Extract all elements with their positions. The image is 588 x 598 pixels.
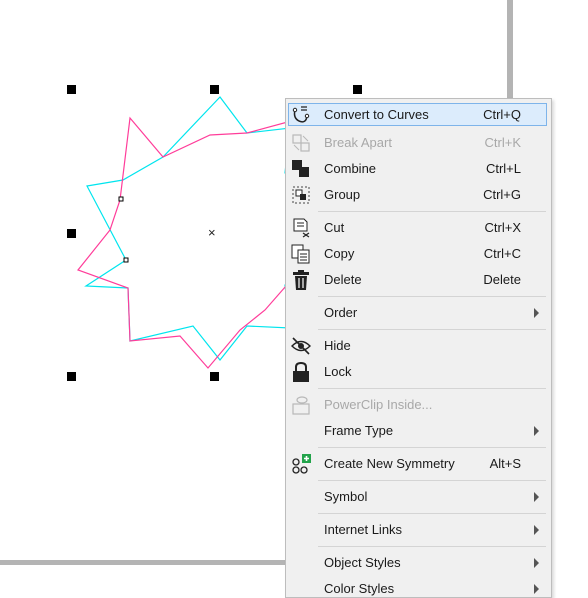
menu-item-shortcut: Delete [483, 272, 521, 287]
menu-item-convert-to-curves[interactable]: Convert to Curves Ctrl+Q [286, 102, 551, 128]
selection-handle-middle-left[interactable] [67, 229, 76, 238]
menu-item-label: Lock [324, 364, 352, 379]
node-handle[interactable] [123, 257, 129, 263]
menu-item-delete[interactable]: Delete Delete [286, 267, 551, 293]
menu-separator [318, 447, 546, 448]
menu-item-label: Object Styles [324, 555, 401, 570]
submenu-arrow-icon [534, 584, 539, 594]
menu-separator [318, 211, 546, 212]
break-apart-icon [292, 134, 310, 152]
menu-item-shortcut: Ctrl+Q [483, 107, 521, 122]
menu-separator [318, 513, 546, 514]
menu-separator [318, 329, 546, 330]
menu-separator [318, 296, 546, 297]
menu-item-shortcut: Alt+S [489, 456, 521, 471]
menu-item-shortcut: Ctrl+G [483, 187, 521, 202]
menu-item-internet-links[interactable]: Internet Links [286, 517, 551, 543]
menu-item-label: Break Apart [324, 135, 392, 150]
menu-item-label: Internet Links [324, 522, 403, 537]
menu-item-group[interactable]: Group Ctrl+G [286, 182, 551, 208]
selection-handle-top-right[interactable] [353, 85, 362, 94]
trash-icon [293, 270, 309, 290]
context-menu: Convert to Curves Ctrl+Q Break Apart Ctr… [285, 98, 552, 598]
convert-to-curves-icon [292, 106, 310, 123]
copy-icon [291, 244, 310, 264]
menu-item-cut[interactable]: Cut Ctrl+X [286, 215, 551, 241]
combine-icon [292, 160, 309, 177]
menu-item-label: Copy [324, 246, 355, 261]
menu-item-break-apart[interactable]: Break Apart Ctrl+K [286, 130, 551, 156]
menu-item-object-styles[interactable]: Object Styles [286, 550, 551, 576]
menu-item-label: Hide [324, 338, 351, 353]
powerclip-icon [292, 396, 310, 415]
submenu-arrow-icon [534, 558, 539, 568]
menu-item-frame-type[interactable]: Frame Type [286, 418, 551, 444]
menu-item-lock[interactable]: Lock [286, 359, 551, 385]
menu-item-label: Order [324, 305, 358, 320]
selection-handle-top-center[interactable] [210, 85, 219, 94]
menu-separator [318, 480, 546, 481]
menu-item-symbol[interactable]: Symbol [286, 484, 551, 510]
menu-item-label: Cut [324, 220, 345, 235]
selection-handle-bottom-left[interactable] [67, 372, 76, 381]
menu-item-label: Create New Symmetry [324, 456, 455, 471]
menu-separator [318, 388, 546, 389]
menu-item-label: Convert to Curves [324, 107, 429, 122]
lock-icon [293, 361, 309, 382]
menu-item-label: Symbol [324, 489, 368, 504]
cut-icon [293, 218, 310, 238]
menu-item-order[interactable]: Order [286, 300, 551, 326]
menu-item-hide[interactable]: Hide [286, 333, 551, 359]
group-icon [292, 186, 310, 204]
selection-handle-top-left[interactable] [67, 85, 76, 94]
menu-item-label: Combine [324, 161, 377, 176]
menu-item-shortcut: Ctrl+X [484, 220, 521, 235]
menu-separator [318, 546, 546, 547]
hide-eye-icon [291, 337, 311, 355]
menu-item-combine[interactable]: Combine Ctrl+L [286, 156, 551, 182]
menu-item-label: PowerClip Inside... [324, 397, 433, 412]
menu-item-copy[interactable]: Copy Ctrl+C [286, 241, 551, 267]
node-handle[interactable] [118, 196, 124, 202]
create-symmetry-icon [292, 454, 311, 474]
submenu-arrow-icon [534, 426, 539, 436]
menu-item-shortcut: Ctrl+L [485, 161, 521, 176]
menu-item-label: Delete [324, 272, 362, 287]
submenu-arrow-icon [534, 525, 539, 535]
menu-item-shortcut: Ctrl+C [483, 246, 521, 261]
submenu-arrow-icon [534, 492, 539, 502]
menu-item-label: Frame Type [324, 423, 394, 438]
menu-item-powerclip-inside[interactable]: PowerClip Inside... [286, 392, 551, 418]
menu-item-create-new-symmetry[interactable]: Create New Symmetry Alt+S [286, 451, 551, 477]
selection-handle-bottom-center[interactable] [210, 372, 219, 381]
menu-item-shortcut: Ctrl+K [484, 135, 521, 150]
menu-item-label: Group [324, 187, 361, 202]
submenu-arrow-icon [534, 308, 539, 318]
menu-item-color-styles[interactable]: Color Styles [286, 576, 551, 597]
center-of-rotation-icon: × [208, 225, 216, 240]
